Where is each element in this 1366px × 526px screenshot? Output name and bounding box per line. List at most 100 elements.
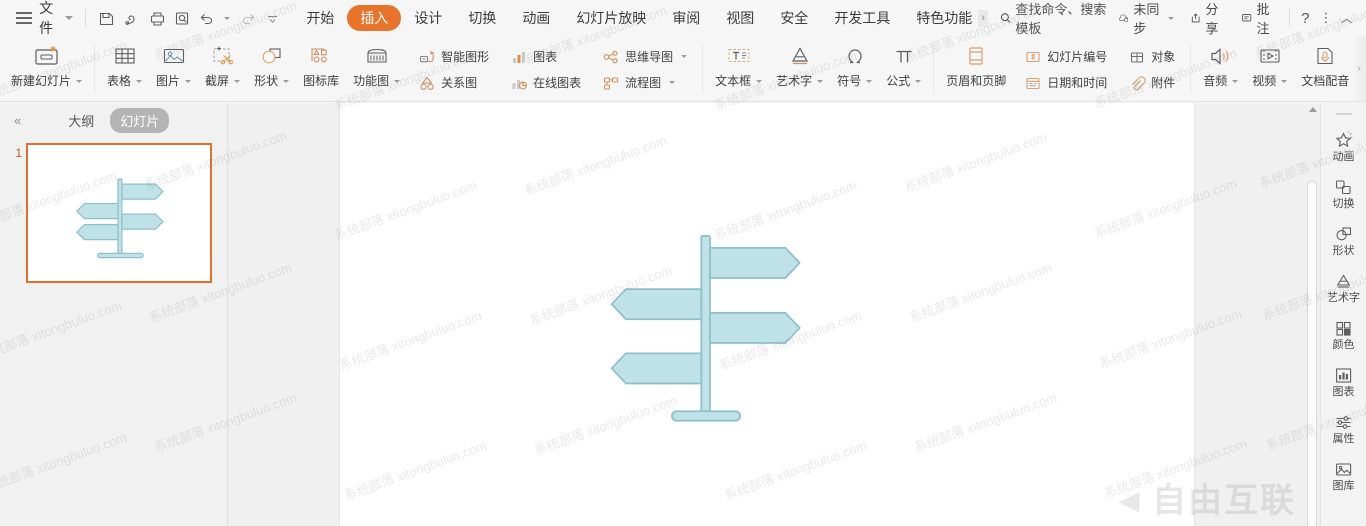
chevron-down-icon[interactable]: [669, 81, 676, 84]
task-pane-item-chart[interactable]: 图表: [1321, 358, 1366, 405]
pane-grip[interactable]: [1335, 113, 1352, 115]
task-pane-item-animation[interactable]: 动画: [1321, 123, 1366, 170]
date-time-label: 日期和时间: [1047, 76, 1108, 90]
collapse-pane-button[interactable]: «: [8, 111, 26, 130]
tab-devtools[interactable]: 开发工具: [821, 5, 903, 31]
tab-design[interactable]: 设计: [401, 5, 455, 31]
textbox-button[interactable]: 文本框: [708, 38, 769, 101]
attachment-button[interactable]: 附件: [1122, 70, 1180, 96]
tab-outline[interactable]: 大纲: [58, 108, 104, 133]
new-slide-icon: [30, 42, 64, 72]
date-time-button[interactable]: 日期和时间: [1018, 70, 1112, 96]
chevron-down-icon[interactable]: [1232, 79, 1239, 83]
tab-security[interactable]: 安全: [767, 5, 821, 31]
ribbon-overflow-button[interactable]: ›: [1352, 36, 1366, 101]
slide-thumbnail[interactable]: [26, 143, 212, 283]
chevron-down-icon[interactable]: [915, 79, 922, 83]
share-button[interactable]: 分享: [1183, 0, 1232, 40]
save-as-icon[interactable]: [121, 5, 142, 31]
shapes-label: 形状: [254, 74, 279, 88]
help-button[interactable]: ?: [1296, 6, 1315, 30]
document-dubbing-button[interactable]: 文档配音: [1294, 38, 1356, 101]
tab-slides[interactable]: 幻灯片: [110, 107, 170, 133]
textbox-icon: [724, 42, 754, 72]
chevron-down-icon[interactable]: [681, 55, 688, 58]
slide-number-button[interactable]: 幻灯片编号: [1018, 44, 1112, 70]
chevron-down-icon: [1168, 16, 1175, 20]
save-icon[interactable]: [96, 5, 117, 31]
more-tabs-button[interactable]: ›: [978, 9, 988, 27]
customize-toolbar-icon[interactable]: [262, 5, 283, 31]
tab-view[interactable]: 视图: [713, 5, 767, 31]
tab-insert[interactable]: 插入: [347, 5, 402, 31]
relationship-chart-button[interactable]: 关系图: [412, 70, 494, 96]
function-chart-button[interactable]: 功能图: [346, 38, 407, 101]
shape-icon: [1334, 224, 1353, 244]
scrollbar-thumb[interactable]: [1307, 181, 1317, 526]
tab-review[interactable]: 审阅: [659, 5, 713, 31]
screenshot-button[interactable]: 截屏: [198, 38, 247, 101]
video-button[interactable]: 视频: [1245, 38, 1294, 101]
print-icon[interactable]: [146, 5, 167, 31]
chevron-down-icon[interactable]: [866, 79, 873, 83]
signpost-graphic[interactable]: [595, 218, 825, 468]
ribbon-group-slide: 新建幻灯片: [4, 38, 89, 101]
audio-button[interactable]: 音频: [1196, 38, 1245, 101]
divider: [94, 44, 96, 93]
main-menu-icon[interactable]: [16, 12, 32, 24]
shapes-button[interactable]: 形状: [247, 38, 296, 101]
chevron-down-icon[interactable]: [1281, 79, 1288, 83]
collapse-ribbon-button[interactable]: ︿: [1337, 6, 1356, 30]
tab-start[interactable]: 开始: [293, 5, 347, 31]
tab-slideshow[interactable]: 幻灯片放映: [563, 5, 659, 31]
header-footer-button[interactable]: 页眉和页脚: [939, 38, 1013, 101]
icon-library-button[interactable]: 图标库: [296, 38, 346, 101]
scroll-up-arrow-icon[interactable]: [1309, 107, 1317, 112]
print-preview-icon[interactable]: [172, 5, 193, 31]
task-pane-item-gallery[interactable]: 图库: [1321, 452, 1366, 499]
formula-button[interactable]: 公式: [879, 38, 928, 101]
smartart-button[interactable]: 智能图形: [412, 44, 494, 70]
object-button[interactable]: 对象: [1122, 44, 1180, 70]
picture-button[interactable]: 图片: [149, 38, 198, 101]
date-time-icon: [1023, 73, 1042, 92]
new-slide-button[interactable]: 新建幻灯片: [4, 38, 89, 101]
chevron-down-icon[interactable]: [394, 79, 401, 83]
undo-dropdown-icon[interactable]: [223, 16, 230, 20]
chevron-down-icon[interactable]: [234, 79, 241, 83]
more-options-button[interactable]: ⋮: [1317, 6, 1336, 30]
search-input[interactable]: 查找命令、搜索模板: [1000, 0, 1111, 37]
chevron-down-icon[interactable]: [756, 79, 763, 83]
properties-icon: [1334, 412, 1353, 432]
audio-icon: [1206, 42, 1236, 72]
undo-icon[interactable]: [197, 5, 218, 31]
slide-canvas[interactable]: [340, 103, 1194, 526]
task-pane-item-transition[interactable]: 切换: [1321, 170, 1366, 217]
mindmap-button[interactable]: 思维导图: [596, 44, 692, 70]
task-pane-item-properties[interactable]: 属性: [1321, 405, 1366, 452]
tab-transition[interactable]: 切换: [455, 5, 509, 31]
task-pane-label: 图表: [1332, 386, 1355, 398]
chevron-down-icon[interactable]: [817, 79, 824, 83]
tab-animation[interactable]: 动画: [509, 5, 563, 31]
chevron-down-icon[interactable]: [283, 79, 290, 83]
task-pane-item-shape[interactable]: 形状: [1321, 217, 1366, 264]
thumbnail-list-item[interactable]: 1: [0, 137, 227, 283]
file-menu-button[interactable]: 文件: [35, 0, 77, 42]
chevron-down-icon[interactable]: [185, 79, 192, 83]
flowchart-button[interactable]: 流程图: [596, 70, 692, 96]
task-pane-item-color[interactable]: 颜色: [1321, 311, 1366, 358]
task-pane-item-wordart[interactable]: 艺术字: [1321, 264, 1366, 311]
comment-button[interactable]: 批注: [1234, 0, 1283, 40]
tab-features[interactable]: 特色功能: [903, 5, 976, 31]
online-chart-button[interactable]: 在线图表: [504, 70, 586, 96]
vertical-scrollbar[interactable]: [1306, 107, 1318, 526]
chart-button[interactable]: 图表: [504, 44, 586, 70]
chevron-down-icon[interactable]: [76, 79, 83, 83]
symbol-button[interactable]: 符号: [830, 38, 879, 101]
wordart-button[interactable]: 艺术字: [769, 38, 830, 101]
table-button[interactable]: 表格: [100, 38, 149, 101]
sync-status-button[interactable]: 未同步: [1111, 0, 1181, 40]
chevron-down-icon[interactable]: [136, 79, 143, 83]
slide-editing-area[interactable]: [228, 103, 1320, 526]
